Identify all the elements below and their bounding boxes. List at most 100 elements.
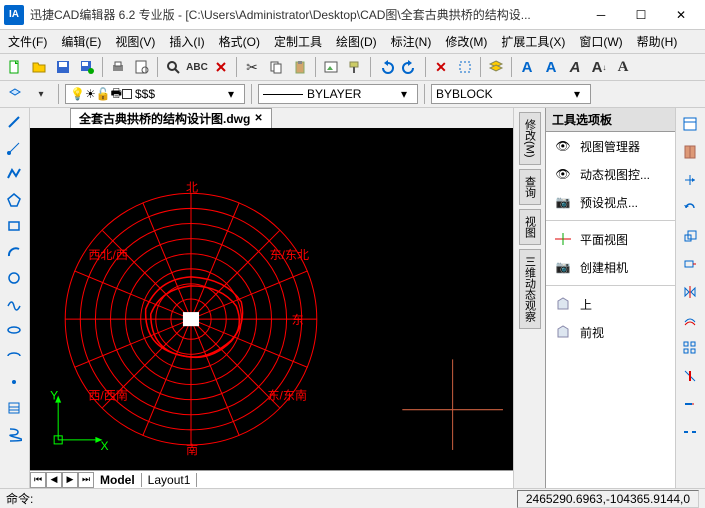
- saveas-icon[interactable]: [76, 56, 98, 78]
- tool-palette: 工具选项板 👁视图管理器 👁动态视图控... 📷预设视点... 平面视图 📷创建…: [545, 108, 675, 488]
- palette-item[interactable]: 平面视图: [546, 225, 675, 253]
- polyline-icon[interactable]: [2, 162, 26, 186]
- ray-icon[interactable]: [2, 136, 26, 160]
- linetype-selector[interactable]: BYLAYER ▾: [258, 84, 418, 104]
- line-icon[interactable]: [2, 110, 26, 134]
- document-tabs: 全套古典拱桥的结构设计图.dwg ✕: [30, 108, 513, 128]
- text-a2-icon[interactable]: A: [540, 56, 562, 78]
- toolbar-draw: [0, 108, 30, 488]
- palette-icon[interactable]: [678, 140, 702, 164]
- find-icon[interactable]: [162, 56, 184, 78]
- mirror-icon[interactable]: [678, 280, 702, 304]
- menu-ext[interactable]: 扩展工具(X): [501, 32, 565, 51]
- palette-item[interactable]: 👁视图管理器: [546, 132, 675, 160]
- polygon-icon[interactable]: [2, 188, 26, 212]
- paste-icon[interactable]: [289, 56, 311, 78]
- spell-icon[interactable]: ABC: [186, 56, 208, 78]
- undo-icon[interactable]: [375, 56, 397, 78]
- minimize-button[interactable]: ─: [581, 1, 621, 29]
- ellipse-icon[interactable]: [2, 318, 26, 342]
- menu-help[interactable]: 帮助(H): [637, 32, 678, 51]
- text-a5-icon[interactable]: A: [612, 56, 634, 78]
- selectall-icon[interactable]: [454, 56, 476, 78]
- next-icon[interactable]: ▶: [62, 472, 78, 488]
- layerstate-icon[interactable]: [4, 83, 26, 105]
- side-tab-3dorbit[interactable]: 三维动态观察: [519, 249, 541, 329]
- maximize-button[interactable]: ☐: [621, 1, 661, 29]
- image-icon[interactable]: [320, 56, 342, 78]
- save-icon[interactable]: [52, 56, 74, 78]
- open-icon[interactable]: [28, 56, 50, 78]
- array-icon[interactable]: [678, 336, 702, 360]
- copy-icon[interactable]: [265, 56, 287, 78]
- side-tab-modify[interactable]: 修改(M): [519, 112, 541, 165]
- menu-modify[interactable]: 修改(M): [445, 32, 487, 51]
- hatch-icon[interactable]: [2, 396, 26, 420]
- redo-icon[interactable]: [399, 56, 421, 78]
- lineweight-name: BYBLOCK: [436, 87, 493, 101]
- cut-icon[interactable]: ✂: [241, 56, 263, 78]
- layers-icon[interactable]: [485, 56, 507, 78]
- print-icon[interactable]: [107, 56, 129, 78]
- menu-edit[interactable]: 编辑(E): [61, 32, 101, 51]
- rectangle-icon[interactable]: [2, 214, 26, 238]
- palette-item[interactable]: 👁动态视图控...: [546, 160, 675, 188]
- close-button[interactable]: ✕: [661, 1, 701, 29]
- layer-selector[interactable]: 💡 ☀ 🔓 🖶 $$$ ▾: [65, 84, 245, 104]
- trim-icon[interactable]: [678, 364, 702, 388]
- new-icon[interactable]: [4, 56, 26, 78]
- lineweight-selector[interactable]: BYBLOCK ▾: [431, 84, 591, 104]
- delete-icon[interactable]: ✕: [430, 56, 452, 78]
- document-tab[interactable]: 全套古典拱桥的结构设计图.dwg ✕: [70, 108, 272, 128]
- svg-text:南: 南: [186, 442, 198, 457]
- layout-tab-1[interactable]: Layout1: [142, 473, 198, 487]
- helix-icon[interactable]: [2, 422, 26, 446]
- last-icon[interactable]: ⏭: [78, 472, 94, 488]
- menu-file[interactable]: 文件(F): [8, 32, 47, 51]
- side-tab-view[interactable]: 视图: [519, 209, 541, 245]
- chevron-down-icon: ▾: [228, 87, 240, 101]
- palette-item[interactable]: 上: [546, 290, 675, 318]
- text-a3-icon[interactable]: A: [564, 56, 586, 78]
- side-tab-inquiry[interactable]: 查询: [519, 169, 541, 205]
- menu-draw[interactable]: 绘图(D): [336, 32, 377, 51]
- viewport[interactable]: 北 南 西北/西 东/东北 西/西南 东/东南 东 X Y: [30, 128, 513, 470]
- paint-icon[interactable]: [344, 56, 366, 78]
- text-a4-icon[interactable]: A↓: [588, 56, 610, 78]
- layout-tab-model[interactable]: Model: [94, 473, 142, 487]
- eye-icon: 👁: [552, 137, 574, 155]
- close-tab-icon[interactable]: ✕: [254, 113, 262, 124]
- menu-dimension[interactable]: 标注(N): [391, 32, 432, 51]
- bulb-icon: 💡: [70, 87, 85, 101]
- stretch-icon[interactable]: [678, 252, 702, 276]
- menu-window[interactable]: 窗口(W): [579, 32, 622, 51]
- menu-format[interactable]: 格式(O): [219, 32, 260, 51]
- palette-item[interactable]: 前视: [546, 318, 675, 346]
- sun-icon: ☀: [85, 87, 96, 101]
- text-a1-icon[interactable]: A: [516, 56, 538, 78]
- circle-icon[interactable]: [2, 266, 26, 290]
- menu-customtools[interactable]: 定制工具: [274, 32, 322, 51]
- preview-icon[interactable]: [131, 56, 153, 78]
- command-prompt[interactable]: 命令:: [6, 490, 517, 507]
- scale-icon[interactable]: [678, 224, 702, 248]
- purge-icon[interactable]: [210, 56, 232, 78]
- rotate-icon[interactable]: [678, 196, 702, 220]
- palette-item[interactable]: 📷创建相机: [546, 253, 675, 281]
- move-icon[interactable]: [678, 168, 702, 192]
- palette-item[interactable]: 📷预设视点...: [546, 188, 675, 216]
- menu-view[interactable]: 视图(V): [115, 32, 155, 51]
- extend-icon[interactable]: [678, 392, 702, 416]
- point-icon[interactable]: [2, 370, 26, 394]
- ellipsearc-icon[interactable]: [2, 344, 26, 368]
- spline-icon[interactable]: [2, 292, 26, 316]
- prev-icon[interactable]: ◀: [46, 472, 62, 488]
- break-icon[interactable]: [678, 420, 702, 444]
- layerprev-icon[interactable]: ▾: [30, 83, 52, 105]
- offset-icon[interactable]: [678, 308, 702, 332]
- arc-icon[interactable]: [2, 240, 26, 264]
- properties-icon[interactable]: [678, 112, 702, 136]
- menu-insert[interactable]: 插入(I): [169, 32, 204, 51]
- svg-text:东/东北: 东/东北: [269, 248, 309, 262]
- first-icon[interactable]: ⏮: [30, 472, 46, 488]
